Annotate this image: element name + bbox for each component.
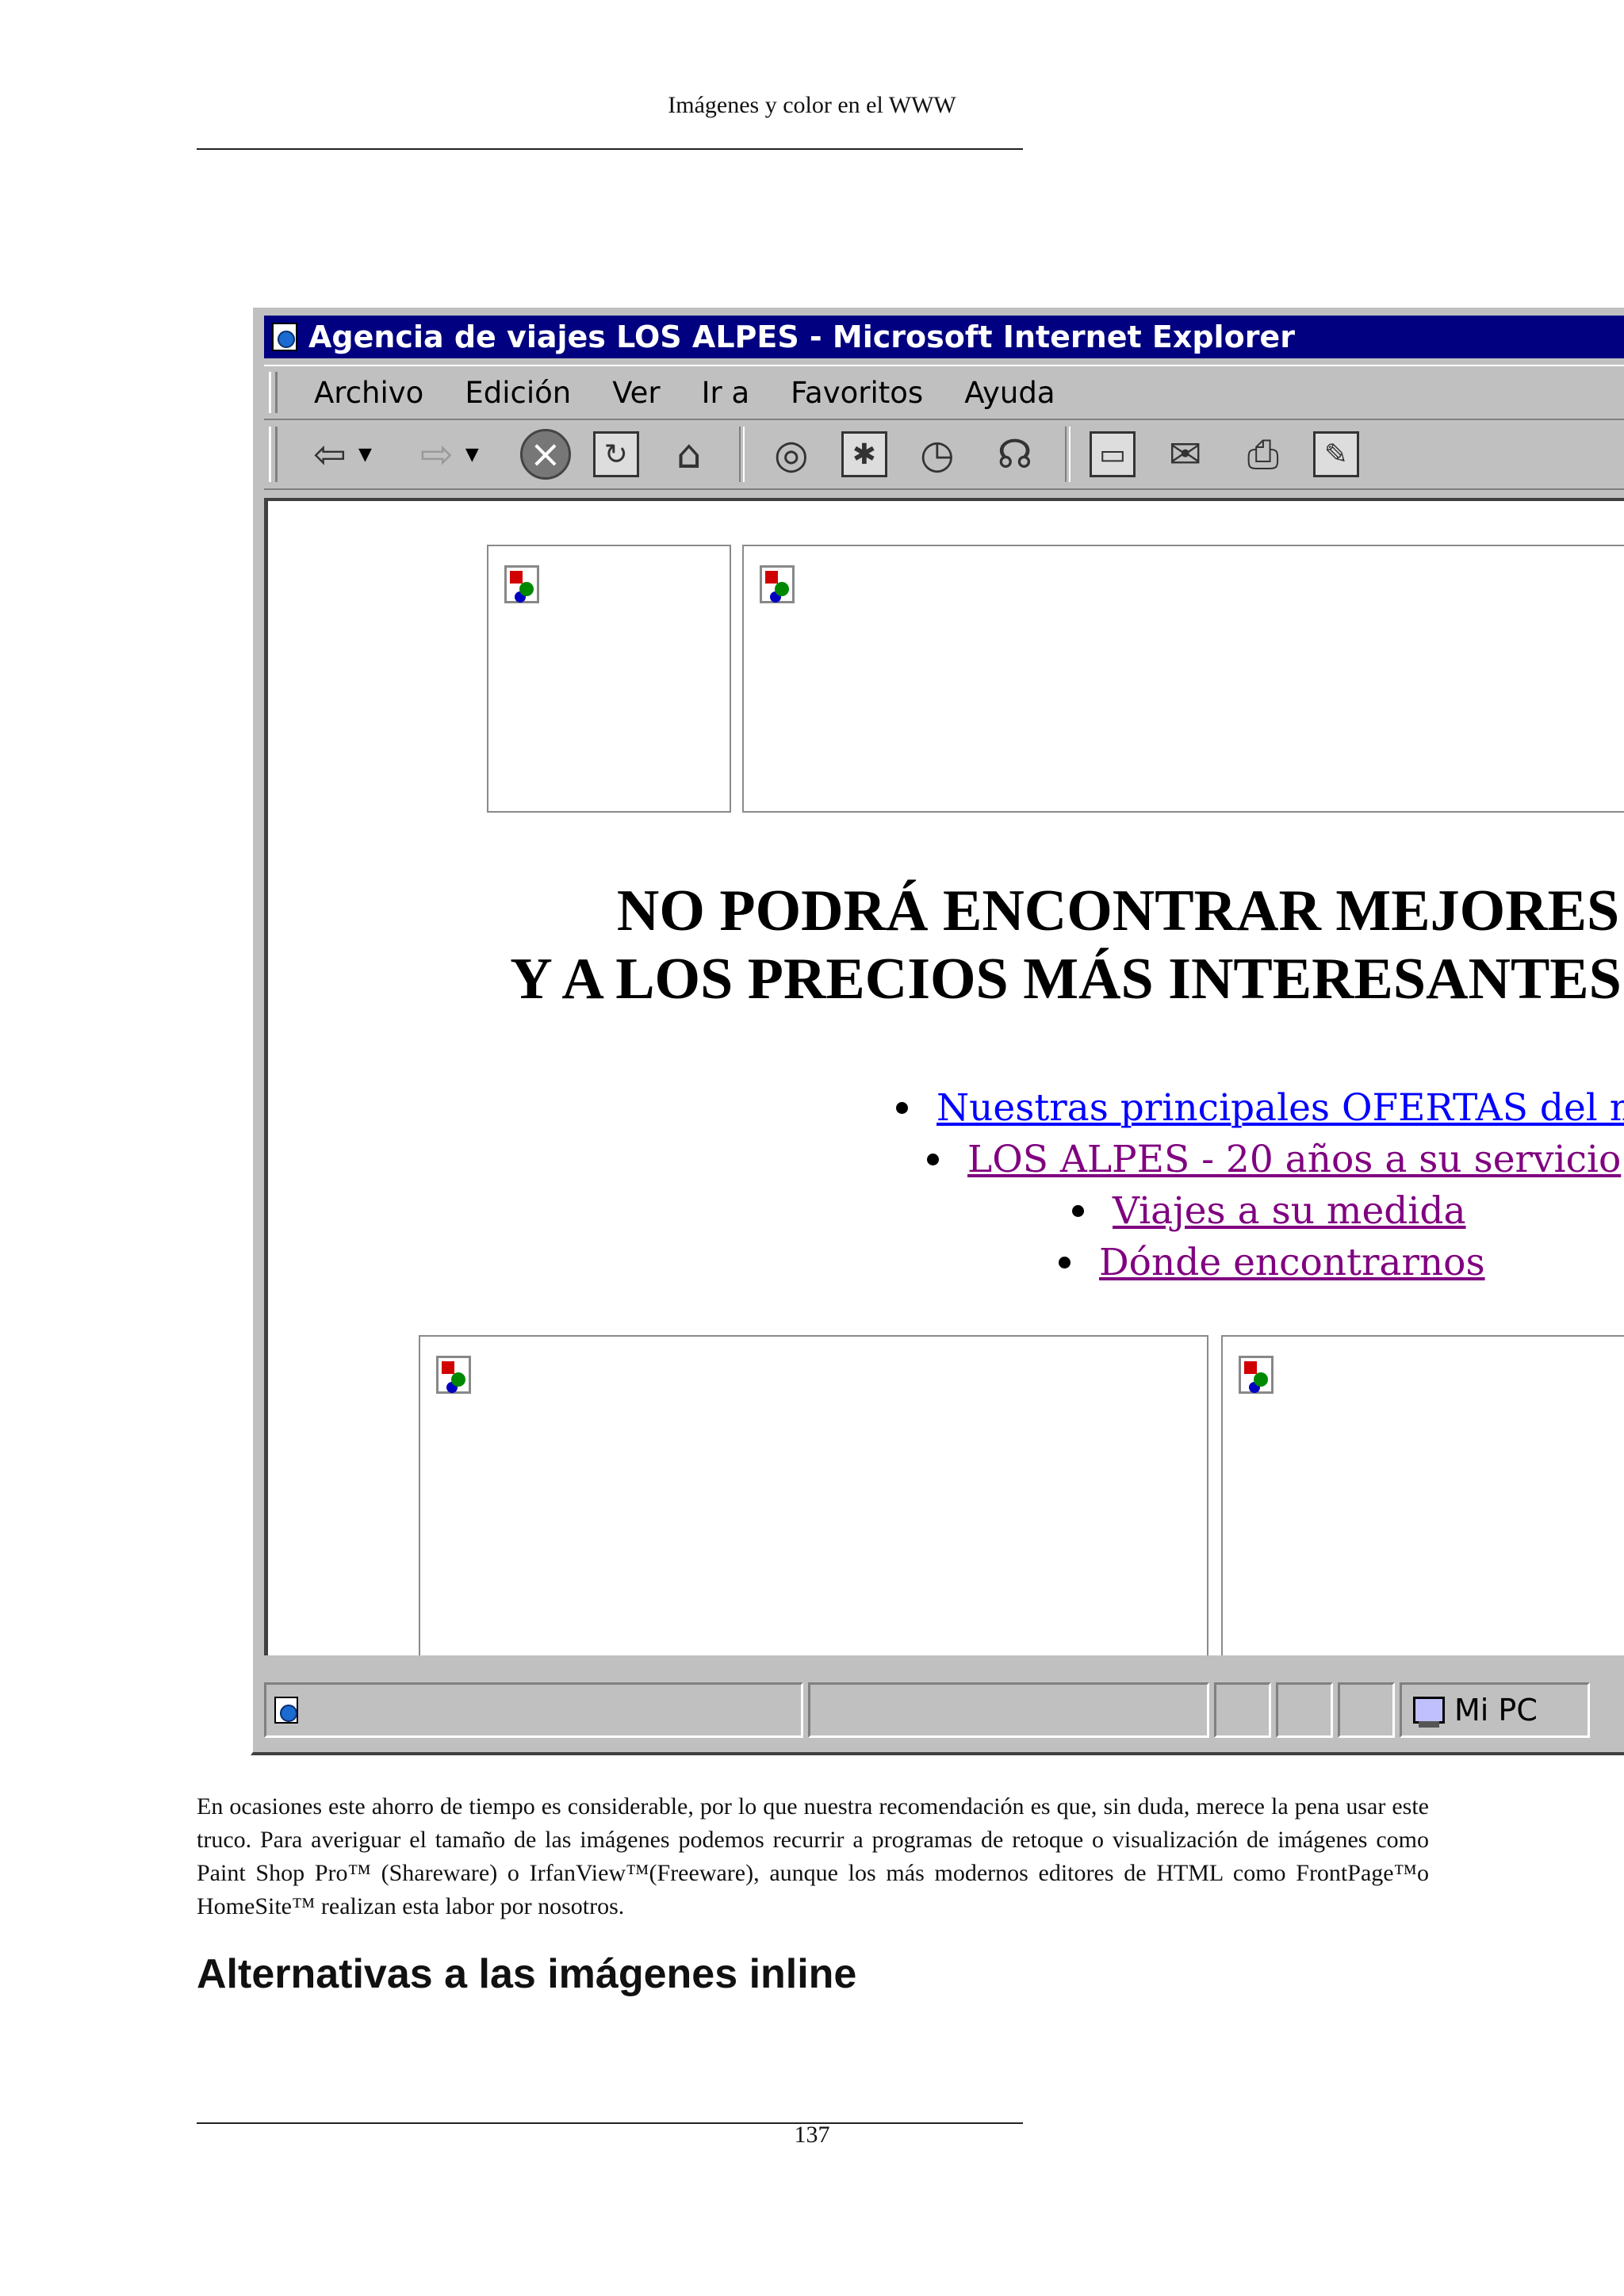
menu-favoritos[interactable]: Favoritos <box>791 376 923 410</box>
page-status-icon <box>274 1697 298 1724</box>
link-donde[interactable]: Dónde encontrarnos <box>1099 1241 1485 1284</box>
image-placeholder <box>419 1335 1208 1655</box>
status-zone: Mi PC <box>1400 1682 1590 1738</box>
section-heading: Alternativas a las imágenes inline <box>197 1951 857 1997</box>
link-los-alpes[interactable]: LOS ALPES - 20 años a su servicio <box>967 1138 1621 1181</box>
image-placeholder <box>1221 1335 1624 1655</box>
bullet <box>896 1102 908 1114</box>
menu-bar: Archivo Edición Ver Ir a Favoritos Ayuda <box>264 365 1624 420</box>
back-arrow-icon[interactable]: ⇦ <box>306 427 354 482</box>
broken-image-icon <box>436 1356 471 1394</box>
status-cell <box>1338 1682 1395 1738</box>
status-cell <box>1276 1682 1333 1738</box>
ie-page-icon <box>272 323 297 351</box>
mail-icon[interactable]: ✉ <box>1158 427 1213 482</box>
menu-ayuda[interactable]: Ayuda <box>964 376 1055 410</box>
list-item: Nuestras principales OFERTAS del mes <box>896 1086 1624 1130</box>
link-ofertas[interactable]: Nuestras principales OFERTAS del mes <box>936 1086 1624 1130</box>
refresh-icon[interactable]: ↻ <box>592 431 639 477</box>
menu-archivo[interactable]: Archivo <box>314 376 423 410</box>
status-progress <box>808 1682 1209 1738</box>
status-main <box>264 1682 803 1738</box>
running-header: Imágenes y color en el WWW <box>668 92 956 118</box>
toolbar-separator <box>738 427 745 482</box>
header-rule <box>197 148 1023 150</box>
toolbar-grip <box>269 427 278 482</box>
home-icon[interactable]: ⌂ <box>661 427 717 482</box>
window-title: Agencia de viajes LOS ALPES - Microsoft … <box>308 320 1295 354</box>
search-icon[interactable]: ◎ <box>764 427 819 482</box>
bullet <box>927 1154 939 1165</box>
status-cell <box>1214 1682 1271 1738</box>
browser-viewport: NO PODRÁ ENCONTRAR MEJORES Y A LOS PRECI… <box>264 498 1624 1655</box>
status-bar: Mi PC <box>264 1682 1624 1738</box>
zone-label: Mi PC <box>1454 1693 1538 1728</box>
history-icon[interactable]: ◷ <box>910 427 965 482</box>
toolbar-separator <box>1064 427 1071 482</box>
menu-ir-a[interactable]: Ir a <box>702 376 750 410</box>
title-bar: Agencia de viajes LOS ALPES - Microsoft … <box>264 316 1624 358</box>
channels-icon[interactable]: ☊ <box>987 427 1043 482</box>
stop-icon[interactable]: × <box>519 429 571 480</box>
bullet <box>1072 1205 1084 1217</box>
print-icon[interactable]: ⎙ <box>1235 427 1291 482</box>
computer-icon <box>1413 1697 1445 1728</box>
bullet <box>1059 1257 1071 1269</box>
edit-icon[interactable]: ✎ <box>1312 431 1359 477</box>
menu-ver[interactable]: Ver <box>612 376 660 410</box>
fullscreen-icon[interactable]: ▭ <box>1089 431 1136 477</box>
body-paragraph: En ocasiones este ahorro de tiempo es co… <box>197 1793 1429 1919</box>
menu-grip <box>269 372 278 413</box>
toolbar: ⇦ ▼ ⇨ ▼ × ↻ ⌂ ◎ ✱ ◷ ☊ ▭ ✉ ⎙ ✎ <box>264 420 1624 490</box>
forward-dropdown-icon[interactable]: ▼ <box>465 445 479 465</box>
broken-image-icon <box>1239 1356 1274 1394</box>
list-item: LOS ALPES - 20 años a su servicio <box>927 1138 1621 1181</box>
back-dropdown-icon[interactable]: ▼ <box>358 445 372 465</box>
link-viajes[interactable]: Viajes a su medida <box>1113 1189 1466 1233</box>
page-number: 137 <box>794 2122 830 2148</box>
list-item: Viajes a su medida <box>1072 1189 1466 1233</box>
menu-edicion[interactable]: Edición <box>465 376 571 410</box>
list-item: Dónde encontrarnos <box>1059 1241 1485 1284</box>
favorites-icon[interactable]: ✱ <box>841 431 887 477</box>
forward-arrow-icon[interactable]: ⇨ <box>413 427 461 482</box>
browser-screenshot: Agencia de viajes LOS ALPES - Microsoft … <box>251 305 1624 1755</box>
